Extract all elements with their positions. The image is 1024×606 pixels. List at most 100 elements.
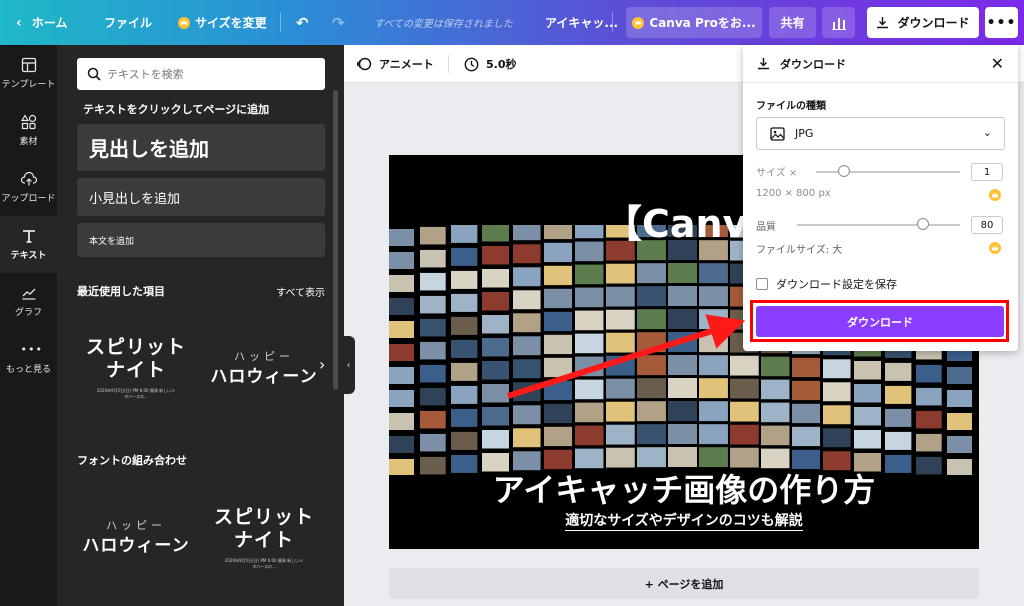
- photo-tile: [885, 431, 912, 450]
- home-button[interactable]: ‹ ホーム: [16, 0, 67, 45]
- dimensions-text: 1200 × 800 px: [756, 188, 831, 199]
- photo-tile: [885, 385, 912, 404]
- size-label: サイズ ×: [756, 168, 798, 179]
- quality-slider[interactable]: [797, 224, 960, 226]
- chevron-left-icon: ‹: [346, 359, 351, 371]
- photo-tile: [668, 286, 697, 306]
- photo-tile: [854, 407, 881, 426]
- photo-tile: [482, 407, 509, 426]
- photo-tile: [699, 263, 728, 284]
- search-box[interactable]: [77, 58, 325, 90]
- add-subheading-button[interactable]: 小見出しを追加: [77, 178, 325, 216]
- undo-icon: ↶: [296, 13, 309, 32]
- download-icon: [877, 17, 889, 29]
- insights-button[interactable]: [822, 7, 855, 38]
- duration-label: 5.0秒: [486, 58, 517, 71]
- photo-tile: [389, 344, 414, 361]
- resize-button[interactable]: サイズを変更: [178, 0, 267, 45]
- add-page-button[interactable]: + ページを追加: [389, 568, 979, 599]
- upload-icon: [20, 171, 37, 186]
- photo-tile: [482, 384, 509, 403]
- file-menu[interactable]: ファイル: [104, 0, 152, 45]
- quality-slider-handle[interactable]: [917, 218, 929, 230]
- rail-label: テキスト: [10, 251, 47, 261]
- popup-header: ダウンロード: [743, 45, 1018, 83]
- animate-button[interactable]: アニメート: [356, 45, 434, 83]
- search-input[interactable]: [107, 67, 307, 81]
- photo-tile: [854, 430, 881, 449]
- pro-trial-label: Canva Proをお...: [649, 16, 756, 30]
- photo-tile: [513, 428, 541, 448]
- rail-item-chart[interactable]: グラフ: [0, 273, 57, 330]
- size-slider-handle[interactable]: [838, 165, 850, 177]
- photo-tile: [823, 405, 851, 425]
- pro-trial-button[interactable]: Canva Proをお...: [626, 7, 762, 38]
- photo-tile: [916, 364, 942, 383]
- download-button[interactable]: ダウンロード: [756, 306, 1004, 337]
- photo-tile: [451, 408, 478, 427]
- photo-tile: [451, 385, 478, 404]
- rail-item-more[interactable]: ••• もっと見る: [0, 330, 57, 387]
- add-heading-button[interactable]: 見出しを追加: [77, 124, 325, 171]
- download-top-button[interactable]: ダウンロード: [867, 7, 979, 38]
- photo-tile: [668, 355, 697, 375]
- photo-tile: [544, 380, 573, 401]
- photo-tile: [668, 378, 697, 398]
- font-combo-card[interactable]: スピリット ナイト 2020年9月5日(日) PM 6:00 開演 新しいメタバ…: [77, 313, 195, 423]
- photo-tile: [575, 310, 604, 331]
- checkbox-box[interactable]: [756, 278, 768, 290]
- duration-button[interactable]: 5.0秒: [464, 45, 517, 83]
- font-combo-card[interactable]: ハッピー ハロウィーン: [205, 313, 323, 423]
- save-status: すべての変更は保存されました: [374, 0, 513, 45]
- photo-tile: [544, 403, 573, 424]
- photo-tile: [544, 288, 573, 309]
- photo-tile: [668, 332, 697, 352]
- collapse-panel-button[interactable]: ‹: [342, 336, 355, 394]
- save-settings-checkbox[interactable]: ダウンロード設定を保存: [756, 276, 897, 292]
- photo-tile: [699, 355, 728, 376]
- document-title[interactable]: アイキャッ...: [545, 0, 618, 45]
- more-options-button[interactable]: •••: [985, 7, 1018, 38]
- text-panel: テキストをクリックしてページに追加 見出しを追加 小見出しを追加 本文を追加 最…: [57, 45, 344, 606]
- quality-input[interactable]: 80: [971, 216, 1003, 234]
- size-input[interactable]: 1: [971, 163, 1003, 181]
- font-combo-card[interactable]: ハッピー ハロウィーン: [77, 480, 195, 595]
- rail-label: テンプレート: [1, 80, 56, 90]
- font-combo-card[interactable]: スピリット ナイト 2020年9月5日(日) PM 6:00 開演 新しいメタバ…: [205, 480, 323, 595]
- search-icon: [87, 67, 101, 81]
- photo-tile: [761, 379, 790, 400]
- file-type-select[interactable]: JPG ⌄: [756, 117, 1005, 150]
- photo-tile: [606, 309, 635, 330]
- photo-tile: [637, 332, 666, 353]
- photo-tile: [389, 367, 414, 384]
- photo-tile: [544, 334, 573, 355]
- add-body-button[interactable]: 本文を追加: [77, 223, 325, 257]
- rail-item-text[interactable]: テキスト: [0, 216, 57, 273]
- photo-tile: [730, 378, 759, 399]
- redo-button[interactable]: ↷: [332, 0, 345, 45]
- close-icon[interactable]: ✕: [991, 56, 1004, 72]
- photo-tile: [792, 380, 821, 401]
- rail-item-elements[interactable]: 素材: [0, 102, 57, 159]
- photo-tile: [420, 433, 446, 452]
- rail-label: もっと見る: [5, 365, 51, 375]
- photo-tile: [420, 318, 446, 337]
- photo-tile: [420, 272, 446, 291]
- click-hint: テキストをクリックしてページに追加: [83, 103, 270, 116]
- see-all-link[interactable]: すべて表示: [276, 284, 325, 299]
- photo-tile: [606, 424, 635, 445]
- recent-title: 最近使用した項目: [77, 285, 165, 298]
- rail-item-upload[interactable]: アップロード: [0, 159, 57, 216]
- photo-tile: [513, 290, 541, 310]
- rail-item-template[interactable]: テンプレート: [0, 45, 57, 102]
- photo-tile: [389, 275, 414, 292]
- share-button[interactable]: 共有: [769, 7, 816, 38]
- panel-scrollbar[interactable]: [333, 90, 338, 390]
- pro-crown-icon: [989, 242, 1001, 254]
- carousel-next-icon[interactable]: ›: [319, 355, 325, 374]
- photo-tile: [482, 292, 509, 311]
- photo-tile: [451, 247, 478, 266]
- photo-tile: [637, 355, 666, 376]
- card-small-text: 2020年9月5日(日) PM 6:00 開演 新しいメタバースの...: [96, 388, 176, 399]
- undo-button[interactable]: ↶: [296, 0, 309, 45]
